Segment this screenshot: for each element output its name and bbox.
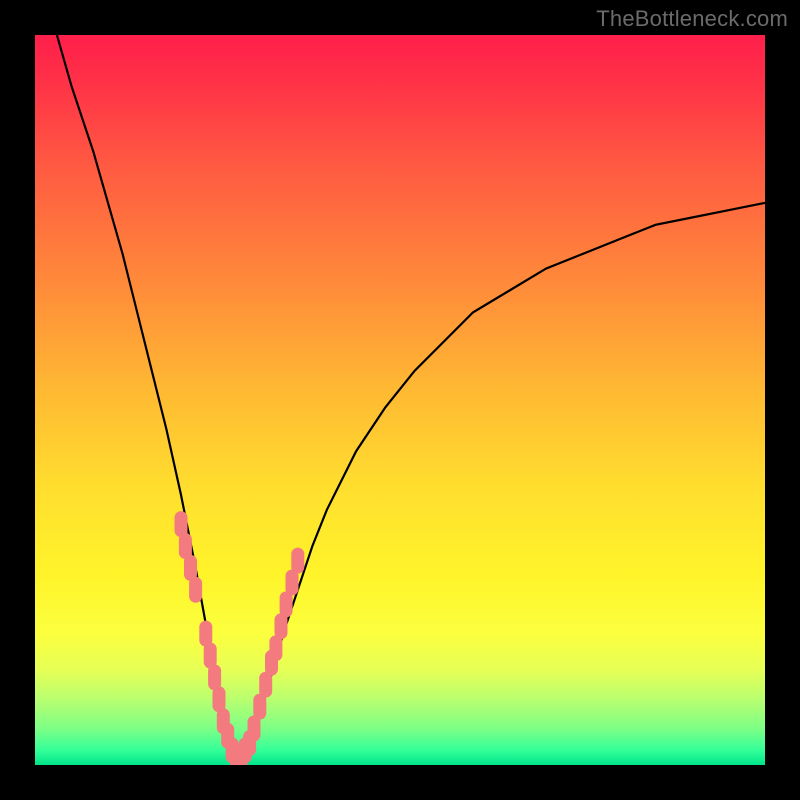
- plot-area: [35, 35, 765, 765]
- chart-frame: TheBottleneck.com: [0, 0, 800, 800]
- data-marker: [291, 548, 304, 574]
- data-markers: [175, 511, 305, 765]
- curve-layer: [35, 35, 765, 765]
- data-marker: [189, 577, 202, 603]
- watermark-text: TheBottleneck.com: [596, 6, 788, 32]
- bottleneck-curve: [57, 35, 765, 765]
